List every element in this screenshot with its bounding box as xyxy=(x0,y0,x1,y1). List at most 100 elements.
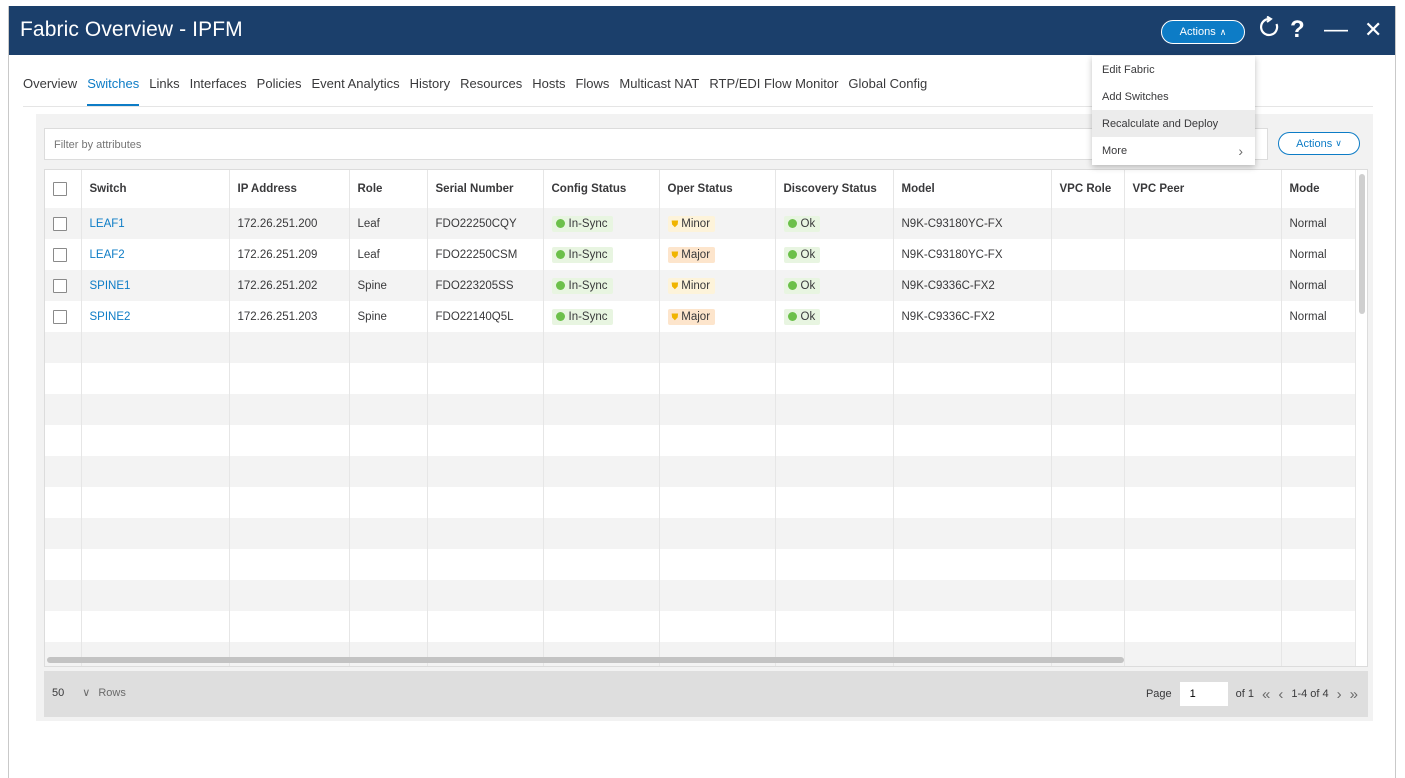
empty-row xyxy=(45,363,1356,394)
vpc-peer-cell xyxy=(1124,301,1282,332)
oper-status-badge: ⛊ Minor xyxy=(667,277,716,294)
previous-page-icon[interactable]: ‹ xyxy=(1278,686,1283,703)
rows-per-page-select[interactable]: 50 ∨ Rows xyxy=(52,686,126,700)
green-dot-icon xyxy=(787,218,797,228)
vertical-scrollbar[interactable] xyxy=(1359,174,1365,314)
table-body: LEAF1 172.26.251.200 Leaf FDO22250CQY In… xyxy=(45,208,1356,666)
minimize-icon[interactable]: — xyxy=(1324,14,1348,46)
model-cell: N9K-C93180YC-FX xyxy=(893,208,1052,239)
switch-link[interactable]: LEAF2 xyxy=(90,249,125,261)
warning-shield-icon: ⛊ xyxy=(671,311,679,322)
green-dot-icon xyxy=(787,280,797,290)
mode-cell: Normal xyxy=(1281,301,1356,332)
row-checkbox[interactable] xyxy=(53,216,67,231)
table-actions-button[interactable]: Actions ∨ xyxy=(1278,132,1360,155)
vpc-role-cell xyxy=(1051,301,1125,332)
tab-event-analytics[interactable]: Event Analytics xyxy=(311,76,399,106)
next-page-icon[interactable]: › xyxy=(1337,686,1342,703)
column-header-config-status[interactable]: Config Status xyxy=(543,170,660,208)
tab-rtp-edi-flow-monitor[interactable]: RTP/EDI Flow Monitor xyxy=(709,76,838,106)
config-status-badge: In-Sync xyxy=(551,277,613,294)
ip-address-cell: 172.26.251.209 xyxy=(229,239,350,270)
ip-address-cell: 172.26.251.200 xyxy=(229,208,350,239)
column-header-discovery-status[interactable]: Discovery Status xyxy=(775,170,894,208)
menu-item-edit-fabric[interactable]: Edit Fabric xyxy=(1092,56,1255,83)
select-all-cell xyxy=(45,170,82,208)
tab-hosts[interactable]: Hosts xyxy=(532,76,565,106)
table-footer: 50 ∨ Rows Page of 1 « ‹ 1-4 of 4 › » xyxy=(44,671,1368,717)
tab-flows[interactable]: Flows xyxy=(575,76,609,106)
column-header-vpc-peer[interactable]: VPC Peer xyxy=(1124,170,1282,208)
app-window: Fabric Overview - IPFM Actions ∧ ? — ✕ O… xyxy=(8,6,1396,778)
empty-row xyxy=(45,332,1356,363)
column-header-serial-number[interactable]: Serial Number xyxy=(427,170,544,208)
green-dot-icon xyxy=(787,249,797,259)
page-label: Page xyxy=(1145,688,1172,700)
page-range-label: 1-4 of 4 xyxy=(1291,688,1329,700)
table-row[interactable]: SPINE1 172.26.251.202 Spine FDO223205SS … xyxy=(45,270,1356,301)
row-checkbox[interactable] xyxy=(53,309,67,324)
empty-row xyxy=(45,580,1356,611)
empty-row xyxy=(45,425,1356,456)
column-header-mode[interactable]: Mode xyxy=(1281,170,1356,208)
select-all-checkbox[interactable] xyxy=(53,182,67,196)
empty-row xyxy=(45,642,1356,666)
mode-cell: Normal xyxy=(1281,239,1356,270)
mode-cell: Normal xyxy=(1281,270,1356,301)
menu-item-more[interactable]: More › xyxy=(1092,137,1255,164)
tab-global-config[interactable]: Global Config xyxy=(848,76,927,106)
column-header-model[interactable]: Model xyxy=(893,170,1052,208)
green-dot-icon xyxy=(555,280,565,290)
first-page-icon[interactable]: « xyxy=(1262,686,1270,703)
switch-link[interactable]: LEAF1 xyxy=(90,218,125,230)
page-number-input[interactable] xyxy=(1179,682,1228,706)
horizontal-scrollbar[interactable] xyxy=(47,657,1124,663)
header-actions-button[interactable]: Actions ∧ xyxy=(1161,20,1245,44)
column-header-switch[interactable]: Switch xyxy=(81,170,230,208)
green-dot-icon xyxy=(787,311,797,321)
empty-row xyxy=(45,487,1356,518)
column-header-role[interactable]: Role xyxy=(349,170,428,208)
menu-item-add-switches[interactable]: Add Switches xyxy=(1092,83,1255,110)
tab-policies[interactable]: Policies xyxy=(257,76,302,106)
header-actions-label: Actions xyxy=(1179,26,1216,38)
model-cell: N9K-C9336C-FX2 xyxy=(893,301,1052,332)
last-page-icon[interactable]: » xyxy=(1350,686,1358,703)
row-checkbox[interactable] xyxy=(53,278,67,293)
column-header-oper-status[interactable]: Oper Status xyxy=(659,170,776,208)
tab-overview[interactable]: Overview xyxy=(23,76,77,106)
vpc-role-cell xyxy=(1051,208,1125,239)
model-cell: N9K-C93180YC-FX xyxy=(893,239,1052,270)
menu-item-recalculate-and-deploy[interactable]: Recalculate and Deploy xyxy=(1092,110,1255,137)
help-icon[interactable]: ? xyxy=(1290,14,1305,46)
serial-number-cell: FDO22140Q5L xyxy=(427,301,544,332)
row-checkbox[interactable] xyxy=(53,247,67,262)
page-of-label: of 1 xyxy=(1235,688,1254,700)
window-title: Fabric Overview - IPFM xyxy=(20,18,243,41)
actions-dropdown-menu: Edit Fabric Add Switches Recalculate and… xyxy=(1092,56,1255,165)
table-row[interactable]: LEAF1 172.26.251.200 Leaf FDO22250CQY In… xyxy=(45,208,1356,239)
close-icon[interactable]: ✕ xyxy=(1364,14,1382,46)
discovery-status-badge: Ok xyxy=(783,246,821,263)
switches-panel: Actions ∨ Switch IP Address Role Serial … xyxy=(36,114,1373,721)
discovery-status-badge: Ok xyxy=(783,308,821,325)
switch-link[interactable]: SPINE2 xyxy=(90,311,131,323)
column-header-vpc-role[interactable]: VPC Role xyxy=(1051,170,1125,208)
tab-multicast-nat[interactable]: Multicast NAT xyxy=(619,76,699,106)
tab-interfaces[interactable]: Interfaces xyxy=(190,76,247,106)
tab-resources[interactable]: Resources xyxy=(460,76,522,106)
tab-history[interactable]: History xyxy=(410,76,450,106)
filter-input[interactable] xyxy=(54,139,1258,151)
refresh-icon[interactable] xyxy=(1258,15,1280,47)
table-row[interactable]: SPINE2 172.26.251.203 Spine FDO22140Q5L … xyxy=(45,301,1356,332)
tab-links[interactable]: Links xyxy=(149,76,179,106)
oper-status-badge: ⛊ Major xyxy=(667,246,716,263)
filter-box[interactable] xyxy=(44,128,1268,160)
chevron-down-icon: ∨ xyxy=(1335,138,1342,148)
column-header-ip-address[interactable]: IP Address xyxy=(229,170,350,208)
table-row[interactable]: LEAF2 172.26.251.209 Leaf FDO22250CSM In… xyxy=(45,239,1356,270)
chevron-up-icon: ∧ xyxy=(1219,26,1227,37)
tab-switches[interactable]: Switches xyxy=(87,76,140,106)
switch-link[interactable]: SPINE1 xyxy=(90,280,131,292)
rows-label: Rows xyxy=(98,686,126,699)
